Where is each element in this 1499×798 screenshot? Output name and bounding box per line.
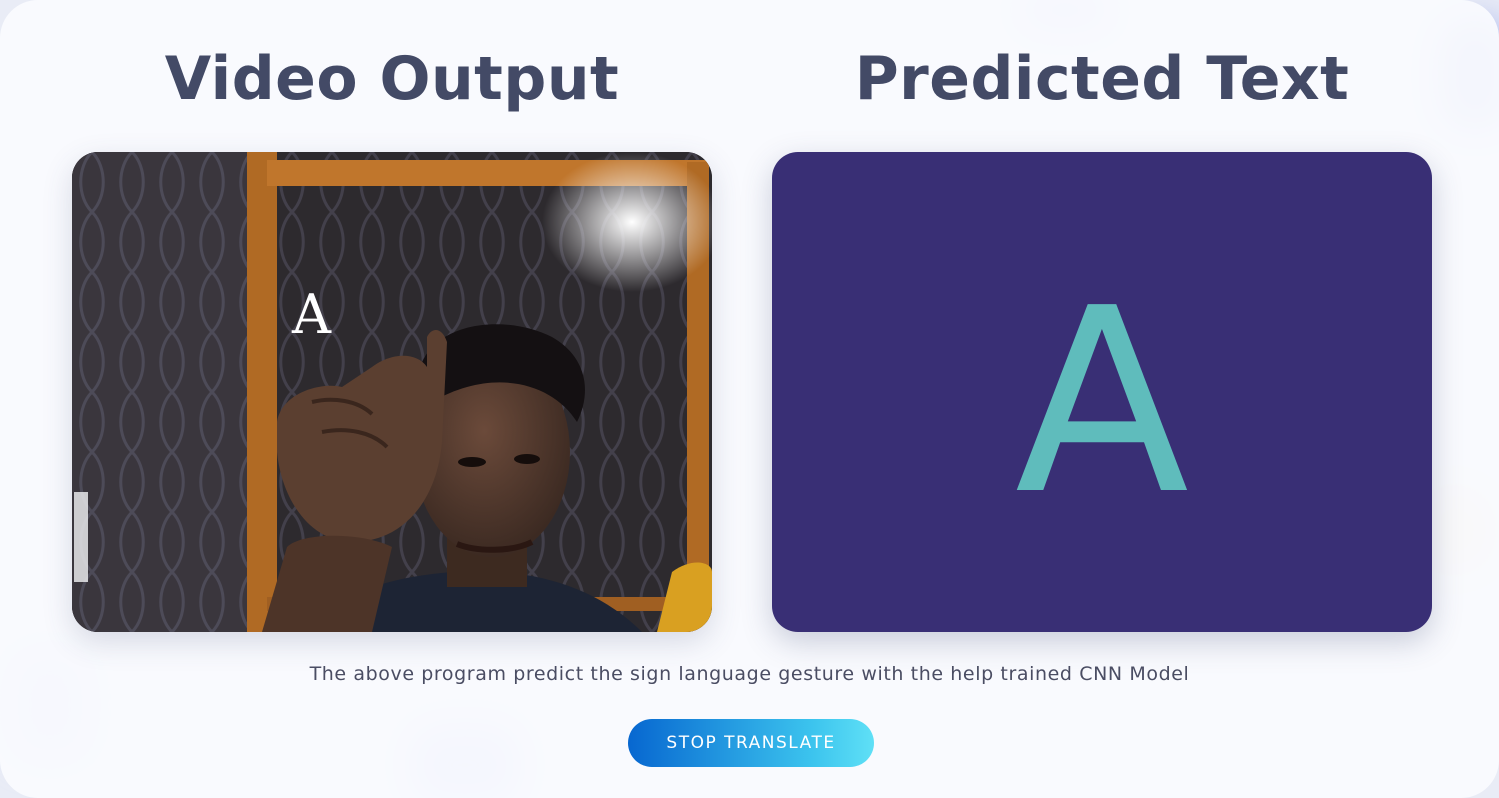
webcam-frame-image bbox=[72, 152, 712, 632]
video-feed: A bbox=[72, 152, 712, 632]
stop-translate-button[interactable]: STOP TRANSLATE bbox=[628, 719, 874, 767]
translator-card: Video Output Predicted Text A A The abov… bbox=[0, 0, 1499, 798]
video-output-title: Video Output bbox=[164, 44, 620, 114]
video-overlay-letter: A bbox=[292, 283, 331, 346]
predicted-letter: A bbox=[1014, 253, 1190, 551]
description-caption: The above program predict the sign langu… bbox=[309, 663, 1190, 685]
predicted-text-title: Predicted Text bbox=[854, 44, 1350, 114]
predicted-text-display: A bbox=[772, 152, 1432, 632]
